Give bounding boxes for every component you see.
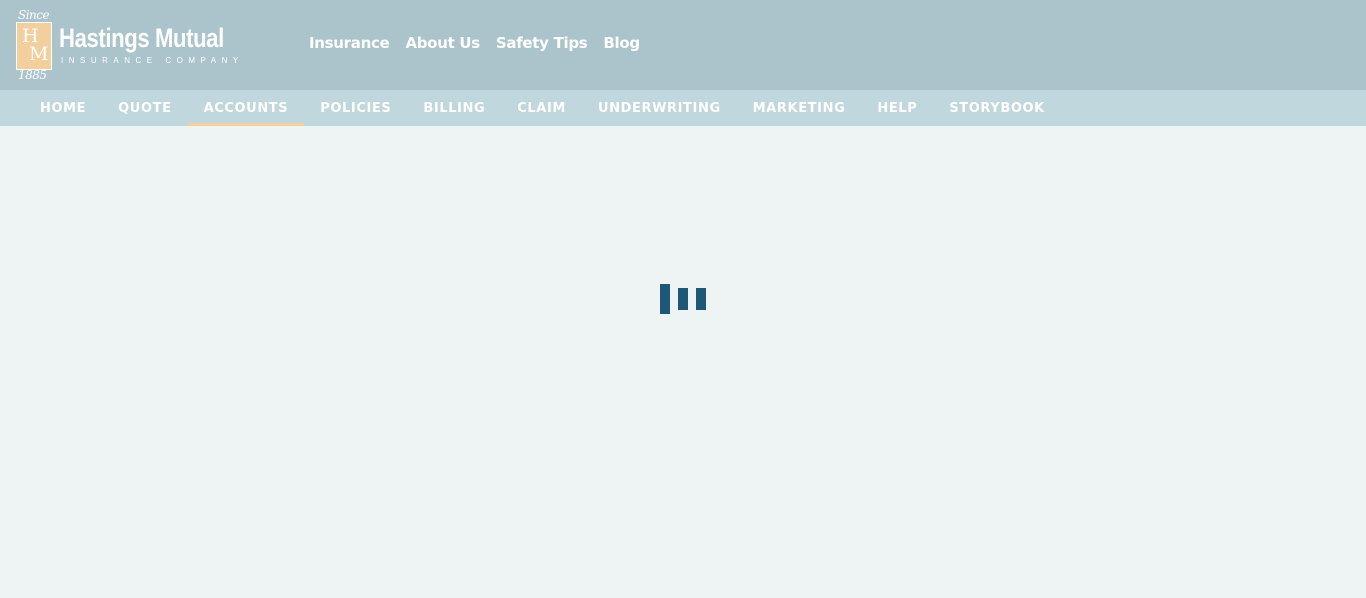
logo-tagline: INSURANCE COMPANY <box>61 56 244 65</box>
main-nav-claim[interactable]: CLAIM <box>501 90 582 126</box>
logo-letter-m: M <box>29 43 49 65</box>
logo-company-name: Hastings Mutual <box>59 23 224 53</box>
main-nav-policies[interactable]: POLICIES <box>304 90 407 126</box>
top-nav-blog[interactable]: Blog <box>603 34 640 52</box>
hastings-mutual-logo[interactable]: Since H M 1885 Hastings Mutual INSURANCE… <box>14 6 264 84</box>
loader-bar <box>660 284 670 314</box>
site-header: Since H M 1885 Hastings Mutual INSURANCE… <box>0 0 1366 90</box>
main-nav-quote[interactable]: QUOTE <box>102 90 187 126</box>
main-nav-billing[interactable]: BILLING <box>407 90 501 126</box>
main-nav-help[interactable]: HELP <box>861 90 933 126</box>
main-nav-marketing[interactable]: MARKETING <box>737 90 862 126</box>
logo-monogram-box: H M <box>16 22 52 70</box>
main-nav-storybook[interactable]: STORYBOOK <box>933 90 1060 126</box>
loader-bar <box>696 288 706 310</box>
top-nav-safety-tips[interactable]: Safety Tips <box>496 34 588 52</box>
logo-since-text: Since <box>18 8 50 22</box>
loading-bars-icon <box>659 283 709 315</box>
top-nav: Insurance About Us Safety Tips Blog <box>309 34 640 52</box>
loader-bar <box>678 288 688 310</box>
logo-year-text: 1885 <box>18 68 47 82</box>
main-nav-accounts[interactable]: ACCOUNTS <box>187 90 305 126</box>
main-nav-bar: HOME QUOTE ACCOUNTS POLICIES BILLING CLA… <box>0 90 1366 126</box>
main-nav-underwriting[interactable]: UNDERWRITING <box>582 90 737 126</box>
top-nav-insurance[interactable]: Insurance <box>309 34 390 52</box>
top-nav-about-us[interactable]: About Us <box>405 34 480 52</box>
main-nav-home[interactable]: HOME <box>24 90 102 126</box>
main-nav-list: HOME QUOTE ACCOUNTS POLICIES BILLING CLA… <box>24 90 1061 126</box>
